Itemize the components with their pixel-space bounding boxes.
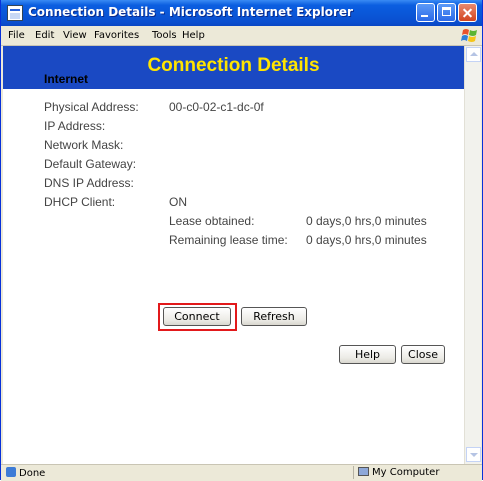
lease-obtained-value: 0 days,0 hrs,0 minutes: [306, 214, 427, 228]
network-mask-label: Network Mask:: [44, 138, 124, 152]
connect-button[interactable]: Connect: [163, 307, 231, 326]
ip-address-label: IP Address:: [44, 119, 106, 133]
status-done: Done: [6, 467, 45, 479]
scroll-down-icon[interactable]: [466, 447, 481, 462]
menu-bar: File Edit View Favorites Tools Help: [1, 26, 482, 46]
physical-address-label: Physical Address:: [44, 100, 139, 114]
title-bar[interactable]: Connection Details - Microsoft Internet …: [1, 0, 482, 26]
computer-icon: [358, 467, 369, 476]
vertical-scrollbar[interactable]: [464, 46, 481, 464]
minimize-button[interactable]: [416, 3, 435, 22]
dhcp-client-value: ON: [169, 195, 187, 209]
dhcp-client-label: DHCP Client:: [44, 195, 116, 209]
physical-address-value: 00-c0-02-c1-dc-0f: [169, 100, 264, 114]
default-gateway-label: Default Gateway:: [44, 157, 137, 171]
menu-view[interactable]: View: [63, 30, 87, 41]
close-button[interactable]: Close: [401, 345, 445, 364]
lease-obtained-label: Lease obtained:: [169, 214, 255, 228]
remaining-lease-label: Remaining lease time:: [169, 233, 288, 247]
remaining-lease-value: 0 days,0 hrs,0 minutes: [306, 233, 427, 247]
scroll-up-icon[interactable]: [466, 47, 481, 62]
status-bar: Done My Computer: [1, 464, 482, 481]
status-zone: My Computer: [358, 467, 439, 478]
browser-window: Connection Details - Microsoft Internet …: [0, 0, 483, 481]
window-title: Connection Details - Microsoft Internet …: [28, 5, 353, 19]
menu-tools[interactable]: Tools: [152, 30, 177, 41]
windows-logo-icon: [461, 29, 477, 42]
maximize-button[interactable]: [437, 3, 456, 22]
menu-file[interactable]: File: [8, 30, 25, 41]
menu-favorites[interactable]: Favorites: [94, 30, 139, 41]
menu-help[interactable]: Help: [182, 30, 205, 41]
help-button[interactable]: Help: [339, 345, 396, 364]
refresh-button[interactable]: Refresh: [241, 307, 307, 326]
page-done-icon: [6, 467, 16, 477]
menu-edit[interactable]: Edit: [35, 30, 54, 41]
close-window-button[interactable]: [458, 3, 477, 22]
dns-ip-address-label: DNS IP Address:: [44, 176, 134, 190]
status-divider: [353, 466, 354, 479]
status-text: Done: [19, 468, 46, 479]
browser-window-icon: [7, 5, 23, 21]
zone-text: My Computer: [372, 467, 440, 478]
section-heading-internet: Internet: [44, 72, 89, 86]
